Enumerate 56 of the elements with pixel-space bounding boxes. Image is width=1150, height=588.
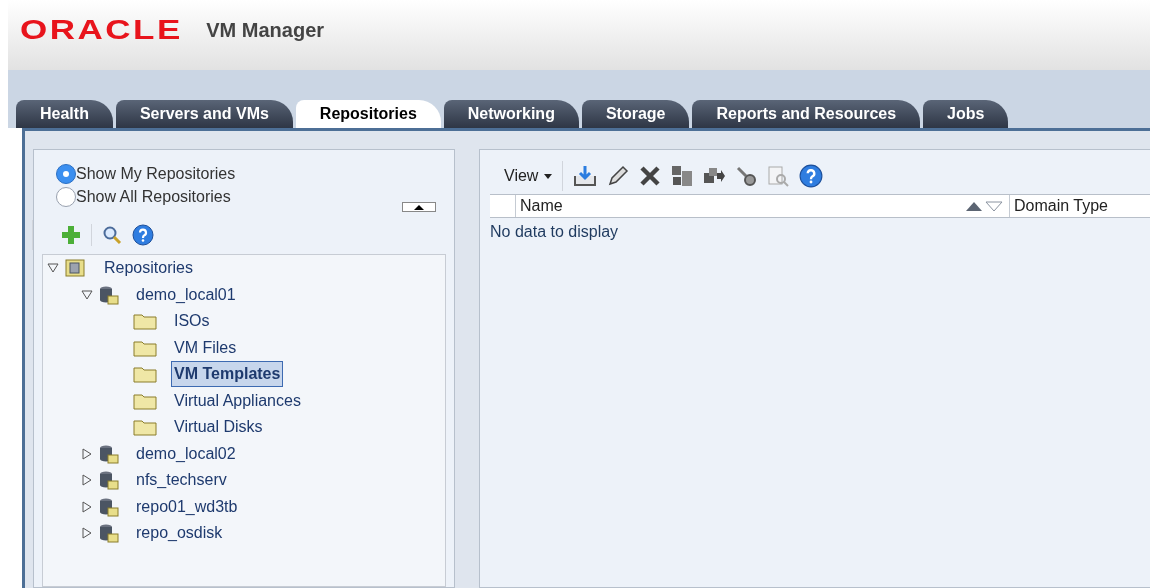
tab[interactable]: Networking (443, 100, 579, 128)
tab[interactable]: Storage (581, 100, 690, 128)
tab[interactable]: Reports and Resources (692, 100, 921, 128)
sort-icon[interactable] (965, 200, 1003, 212)
column-title: Name (520, 196, 563, 216)
tree-item[interactable]: VM Files (171, 334, 240, 361)
tab[interactable]: Servers and VMs (115, 100, 293, 128)
radio-button[interactable] (56, 163, 76, 184)
folder-icon (133, 418, 157, 437)
import-icon[interactable] (573, 164, 598, 188)
expand-arrow-icon[interactable] (81, 474, 93, 487)
help-icon[interactable] (799, 164, 824, 188)
empty-message: No data to display (490, 222, 620, 242)
tree-item[interactable]: ISOs (171, 308, 213, 335)
logo: ORACLE (20, 13, 183, 47)
folder-icon (133, 338, 157, 357)
folder-icon (133, 312, 157, 331)
tab[interactable]: Jobs (923, 100, 1009, 128)
expand-arrow-icon[interactable] (81, 447, 93, 460)
tree-item[interactable]: nfs_techserv (133, 467, 230, 494)
database-folder-icon (99, 523, 119, 544)
column-header[interactable]: Name (516, 195, 1010, 217)
database-folder-icon (99, 284, 119, 305)
caret-icon (544, 173, 553, 179)
column-header[interactable]: Domain Type (1010, 195, 1150, 217)
expand-arrow-icon[interactable] (81, 500, 93, 513)
tab[interactable]: Repositories (295, 100, 441, 128)
server-grid-icon[interactable] (671, 165, 694, 187)
delete-icon[interactable] (639, 165, 662, 187)
tree-item[interactable]: VM Templates (171, 361, 284, 388)
tree-item[interactable]: repo_osdisk (133, 520, 226, 547)
help-icon[interactable] (132, 224, 154, 246)
radio-label: Show My Repositories (76, 163, 236, 184)
tree-item[interactable]: Virtual Disks (171, 414, 266, 441)
pencil-icon[interactable] (607, 165, 630, 187)
tree-item[interactable]: Virtual Appliances (171, 387, 304, 414)
tree-item[interactable]: Repositories (101, 255, 196, 282)
tree-item[interactable]: demo_local01 (133, 281, 239, 308)
radio-button[interactable] (56, 186, 76, 207)
database-folder-icon (99, 470, 119, 491)
folder-icon (133, 365, 157, 384)
search-icon[interactable] (102, 225, 122, 245)
collapse-icon[interactable] (402, 202, 436, 212)
collapse-arrow-icon[interactable] (47, 262, 59, 275)
database-folder-icon (99, 496, 119, 517)
repository-icon (65, 258, 87, 279)
tree-item[interactable]: demo_local02 (133, 440, 239, 467)
product-title: VM Manager (206, 18, 325, 43)
expand-arrow-icon[interactable] (81, 527, 93, 540)
database-folder-icon (99, 443, 119, 464)
folder-icon (133, 391, 157, 410)
view-menu[interactable]: View (504, 161, 564, 191)
radio-label: Show All Repositories (76, 186, 231, 207)
tree-item[interactable]: repo01_wd3tb (133, 493, 241, 520)
tab[interactable]: Health (16, 100, 113, 128)
collapse-arrow-icon[interactable] (81, 288, 93, 301)
